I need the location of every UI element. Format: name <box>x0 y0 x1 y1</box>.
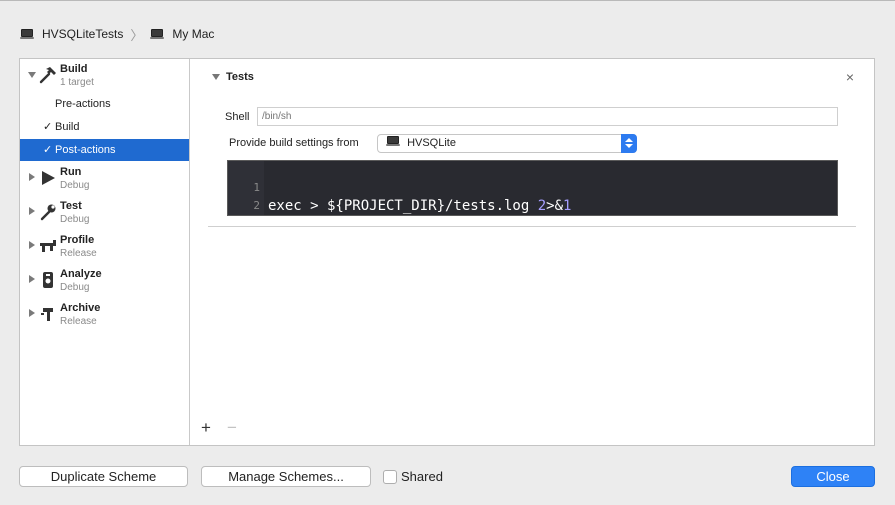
script-line-text: rspec ${PROJECT_DIR}/spec/main_spec.rb <box>268 216 589 232</box>
shared-checkbox[interactable] <box>383 470 397 484</box>
section-title: Tests <box>226 71 254 83</box>
script-editor[interactable]: 1 exec > ${PROJECT_DIR}/tests.log 2>&1 2… <box>227 160 838 232</box>
sidebar-item-label: Archive <box>60 302 101 314</box>
play-icon <box>42 171 55 185</box>
sidebar-item-run[interactable]: Run Debug <box>20 162 189 196</box>
sidebar-item-sublabel: Release <box>60 248 97 259</box>
popup-selected-value: HVSQLite <box>407 137 456 149</box>
sidebar-item-post-actions[interactable]: ✓ Post-actions <box>20 139 189 161</box>
sidebar-item-profile[interactable]: Profile Release <box>20 230 189 264</box>
sidebar-item-sublabel: Debug <box>60 180 90 191</box>
shell-input[interactable] <box>257 107 838 126</box>
sidebar-item-sublabel: Debug <box>60 282 90 293</box>
shared-label: Shared <box>401 469 443 484</box>
sidebar-item-label: Analyze <box>60 268 102 280</box>
run-script-section-header[interactable]: Tests <box>212 71 254 83</box>
sidebar-item-sublabel: Debug <box>60 214 90 225</box>
manage-schemes-button[interactable]: Manage Schemes... <box>201 466 371 487</box>
breadcrumb-scheme[interactable]: HVSQLiteTests <box>42 27 123 41</box>
popup-stepper-icon[interactable] <box>621 134 637 153</box>
line-number: 2 <box>253 199 260 212</box>
post-actions-pane: Tests × Shell Provide build settings fro… <box>191 59 874 445</box>
sidebar-item-build-step[interactable]: ✓ Build <box>20 116 189 138</box>
sidebar-item-analyze[interactable]: Analyze Debug <box>20 264 189 298</box>
sidebar-item-label: Profile <box>60 234 95 246</box>
sidebar-item-sublabel: Release <box>60 316 97 327</box>
sidebar-item-label: Post-actions <box>55 144 116 156</box>
sidebar-item-label: Build <box>55 121 80 133</box>
provide-build-settings-label: Provide build settings from <box>229 137 359 149</box>
sidebar-item-label: Test <box>60 200 82 212</box>
archive-icon <box>41 308 53 321</box>
sidebar-item-archive[interactable]: Archive Release <box>20 298 189 332</box>
shell-label: Shell <box>225 111 250 123</box>
sidebar-item-label: Build <box>60 63 88 75</box>
script-line: 1 exec > ${PROJECT_DIR}/tests.log 2>&1 <box>228 161 571 214</box>
checkmark-icon: ✓ <box>43 144 53 156</box>
script-line: 2 rspec ${PROJECT_DIR}/spec/main_spec.rb <box>228 179 588 232</box>
close-button[interactable]: Close <box>791 466 875 487</box>
computer-icon <box>386 136 400 147</box>
remove-action-button[interactable]: − <box>227 419 237 436</box>
sidebar-item-pre-actions[interactable]: Pre-actions <box>20 93 189 115</box>
script-line-text: exec > ${PROJECT_DIR}/tests.log 2>&1 <box>268 198 572 214</box>
breadcrumb-destination[interactable]: My Mac <box>172 27 214 41</box>
hammer-icon <box>39 67 56 84</box>
disclosure-closed-icon[interactable] <box>29 207 35 215</box>
checkmark-icon: ✓ <box>43 121 53 133</box>
caliper-icon <box>40 240 56 252</box>
sidebar-item-test[interactable]: Test Debug <box>20 196 189 230</box>
computer-icon <box>150 28 165 40</box>
disclosure-closed-icon[interactable] <box>29 173 35 181</box>
build-settings-popup[interactable]: HVSQLite <box>377 134 637 153</box>
breadcrumb-separator-icon: 〉 <box>130 27 144 43</box>
section-divider <box>208 226 856 227</box>
duplicate-scheme-button[interactable]: Duplicate Scheme <box>19 466 188 487</box>
disclosure-open-icon[interactable] <box>212 74 220 80</box>
sidebar-item-sublabel: 1 target <box>60 77 94 88</box>
disclosure-open-icon[interactable] <box>28 72 36 78</box>
sidebar-item-label: Run <box>60 166 82 178</box>
disclosure-closed-icon[interactable] <box>29 241 35 249</box>
breadcrumb: HVSQLiteTests 〉 My Mac <box>20 25 214 43</box>
sidebar-item-label: Pre-actions <box>55 98 111 110</box>
disclosure-closed-icon[interactable] <box>29 309 35 317</box>
sidebar-item-build[interactable]: Build 1 target <box>20 59 189 93</box>
computer-icon <box>20 28 34 40</box>
scheme-editor-panel: Build 1 target Pre-actions ✓ Build ✓ Pos… <box>19 58 875 446</box>
wrench-icon <box>40 204 56 221</box>
disclosure-closed-icon[interactable] <box>29 275 35 283</box>
close-icon[interactable]: × <box>846 70 854 84</box>
analyze-icon <box>43 272 53 288</box>
scheme-actions-sidebar: Build 1 target Pre-actions ✓ Build ✓ Pos… <box>20 59 190 445</box>
add-action-button[interactable]: + <box>201 419 211 436</box>
